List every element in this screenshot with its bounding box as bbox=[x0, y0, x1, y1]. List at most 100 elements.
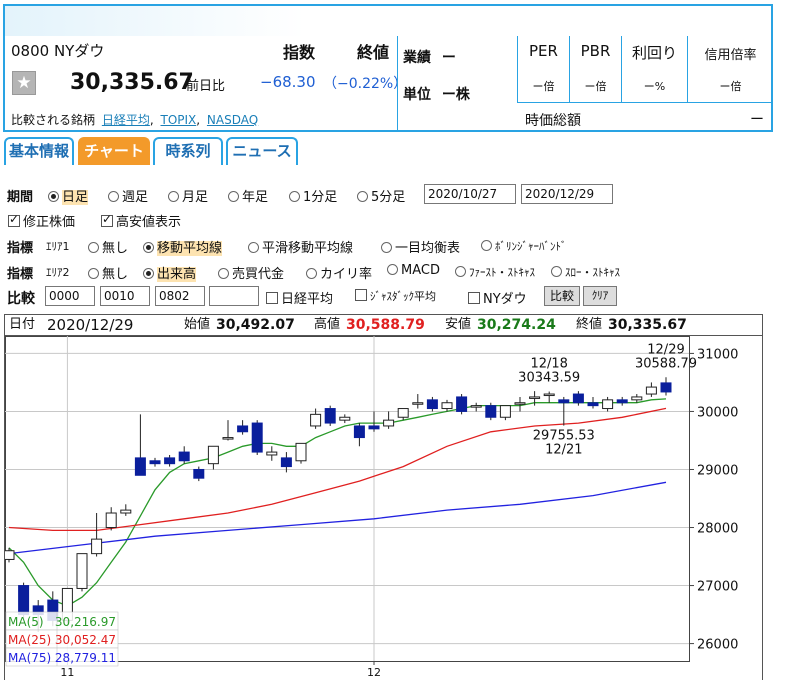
price-chart-svg: 26000270002800029000300003100011 1212/183… bbox=[3, 336, 738, 679]
candle-body bbox=[149, 460, 161, 465]
compare-check-nydow[interactable]: NYダウ bbox=[468, 288, 527, 307]
price-chart[interactable]: 26000 27000 28000 29000 30000 31000 11 12 12/18 3… bbox=[3, 336, 763, 680]
date-from-input[interactable]: 2020/10/27 bbox=[424, 184, 516, 204]
x-tick-label: 12 bbox=[367, 666, 381, 679]
candle-body bbox=[456, 396, 468, 412]
candle-body bbox=[660, 382, 672, 393]
compare-link-nasdaq[interactable]: NASDAQ bbox=[207, 113, 258, 127]
area2-option-deviation[interactable]: カイリ率 bbox=[306, 263, 372, 282]
candle-body bbox=[353, 425, 365, 439]
tab-basic-info[interactable]: 基本情報 bbox=[4, 137, 74, 165]
metric-pbr-label: PBR bbox=[580, 42, 611, 60]
period-label: 期間 bbox=[7, 190, 34, 205]
candle-body bbox=[339, 416, 351, 421]
compare-button[interactable]: 比較 bbox=[544, 286, 580, 306]
radio-icon bbox=[48, 191, 59, 202]
area2-option-label: 出来高 bbox=[157, 267, 197, 282]
compare-code-input-1[interactable]: 0000 bbox=[45, 286, 95, 306]
candle-body bbox=[18, 585, 30, 616]
y-tick-label: 28000 bbox=[697, 522, 738, 537]
area1-option-moving-average[interactable]: 移動平均線 bbox=[143, 237, 223, 256]
close-label: 終値 bbox=[357, 43, 390, 62]
compare-code-input-2[interactable]: 0010 bbox=[100, 286, 150, 306]
candle-body bbox=[572, 393, 584, 404]
tab-timeseries[interactable]: 時系列 bbox=[153, 137, 223, 165]
ohlc-open-label: 始値 bbox=[184, 317, 211, 332]
compare-check-label: ｼﾞｬｽﾀﾞｯｸ平均 bbox=[370, 290, 436, 303]
radio-icon bbox=[455, 266, 466, 277]
area2-option-macd[interactable]: MACD bbox=[387, 263, 440, 278]
stock-code-name: 0800 NYダウ bbox=[11, 42, 105, 60]
clear-button[interactable]: ｸﾘｱ bbox=[583, 286, 617, 306]
candle bbox=[295, 442, 307, 464]
metric-pbr-value: ー倍 bbox=[584, 80, 607, 93]
divider bbox=[397, 36, 398, 132]
area1-option-smoothed-ma[interactable]: 平滑移動平均線 bbox=[248, 237, 353, 256]
period-option-label: 5分足 bbox=[371, 190, 406, 205]
candle-body bbox=[3, 550, 15, 560]
radio-icon bbox=[551, 266, 562, 277]
ohlc-date: 2020/12/29 bbox=[47, 316, 134, 334]
area2-option-fast-stoch[interactable]: ﾌｧｰｽﾄ・ｽﾄｷｬｽ bbox=[455, 264, 535, 280]
adjusted-price-label: 修正株価 bbox=[23, 215, 76, 230]
compare-code-input-3[interactable]: 0802 bbox=[155, 286, 205, 306]
period-option-1min[interactable]: 1分足 bbox=[289, 186, 337, 205]
area1-option-label: 平滑移動平均線 bbox=[262, 241, 354, 256]
period-option-yearly[interactable]: 年足 bbox=[228, 186, 268, 205]
compare-code-input-4[interactable] bbox=[209, 286, 259, 306]
period-option-daily[interactable]: 日足 bbox=[48, 186, 89, 205]
date-to-input[interactable]: 2020/12/29 bbox=[521, 184, 613, 204]
stock-type-label: 指数 bbox=[283, 43, 316, 62]
candle bbox=[485, 402, 497, 421]
tab-chart[interactable]: チャート bbox=[78, 137, 150, 165]
radio-icon bbox=[88, 268, 99, 279]
area1-option-ichimoku[interactable]: 一目均衡表 bbox=[381, 237, 460, 256]
period-option-weekly[interactable]: 週足 bbox=[108, 186, 148, 205]
area2-option-none[interactable]: 無し bbox=[88, 263, 128, 282]
indicator-label: 指標 bbox=[7, 267, 34, 282]
tab-news[interactable]: ニュース bbox=[226, 137, 298, 165]
y-tick-label: 30000 bbox=[697, 405, 738, 420]
candle-body bbox=[645, 386, 657, 395]
compare-label: 比較 bbox=[7, 291, 35, 307]
candle-body bbox=[499, 405, 511, 418]
period-option-label: 1分足 bbox=[303, 190, 338, 205]
candle-body bbox=[485, 405, 497, 418]
period-option-5min[interactable]: 5分足 bbox=[357, 186, 405, 205]
area1-option-label: 無し bbox=[102, 241, 129, 256]
current-price: 30,335.67 bbox=[70, 70, 194, 95]
compare-link-nikkei[interactable]: 日経平均 bbox=[102, 113, 150, 127]
area1-option-bollinger[interactable]: ﾎﾞﾘﾝｼﾞｬｰﾊﾞﾝﾄﾞ bbox=[481, 238, 567, 254]
candle-body bbox=[368, 425, 380, 430]
candle bbox=[456, 394, 468, 415]
legend-name: MA(5) bbox=[8, 615, 44, 629]
area2-option-turnover[interactable]: 売買代金 bbox=[218, 263, 284, 282]
compare-link-topix[interactable]: TOPIX bbox=[161, 113, 197, 127]
area2-option-volume[interactable]: 出来高 bbox=[143, 263, 197, 282]
candle-body bbox=[207, 445, 219, 465]
area2-option-slow-stoch[interactable]: ｽﾛｰ・ｽﾄｷｬｽ bbox=[551, 264, 620, 280]
area1-option-none[interactable]: 無し bbox=[88, 237, 128, 256]
compare-check-jasdaq[interactable]: ｼﾞｬｽﾀﾞｯｸ平均 bbox=[355, 288, 436, 304]
stock-header-panel: 0800 NYダウ 指数 終値 ★ 30,335.67 前日比 −68.30 （… bbox=[3, 4, 773, 132]
price-annotation: 12/18 bbox=[530, 357, 567, 372]
checkbox-icon bbox=[8, 212, 20, 227]
adjusted-price-checkbox[interactable]: 修正株価 bbox=[8, 211, 75, 230]
ohlc-open: 30,492.07 bbox=[216, 317, 295, 333]
legend-name: MA(75) bbox=[8, 651, 51, 665]
area1-option-label: 移動平均線 bbox=[157, 241, 223, 256]
checkbox-icon bbox=[468, 292, 480, 304]
candle-body bbox=[193, 468, 205, 479]
high-low-checkbox[interactable]: 高安値表示 bbox=[101, 211, 181, 230]
compare-check-nikkei[interactable]: 日経平均 bbox=[266, 288, 333, 307]
radio-icon bbox=[481, 240, 492, 251]
area1-option-label: 一目均衡表 bbox=[395, 241, 461, 256]
area2-option-label: カイリ率 bbox=[320, 267, 373, 282]
period-option-monthly[interactable]: 月足 bbox=[168, 186, 208, 205]
favorite-star-button[interactable]: ★ bbox=[12, 71, 36, 95]
header-band bbox=[5, 6, 305, 36]
radio-icon bbox=[168, 191, 179, 202]
prev-day-label: 前日比 bbox=[186, 79, 226, 94]
checkbox-icon bbox=[355, 289, 367, 301]
candle-body bbox=[412, 402, 424, 405]
